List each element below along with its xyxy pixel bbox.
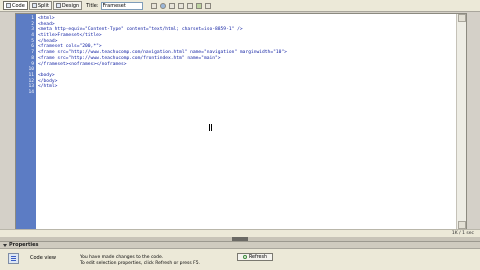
refresh-icon (242, 255, 247, 259)
line-number-list: 1 2 3 4 5 6 7 8 9 10 11 12 13 14 (16, 16, 36, 96)
validate-markup-icon[interactable] (195, 2, 202, 9)
code-line[interactable]: <frame src="http://www.teachucomp.com/na… (38, 50, 287, 56)
status-bar: 1K / 1 sec (0, 229, 480, 237)
check-browser-icon[interactable] (204, 2, 211, 9)
code-editor[interactable]: 1 2 3 4 5 6 7 8 9 10 11 12 13 14 <html> <head> <meta ht… (15, 13, 467, 230)
status-info: 1K / 1 sec (451, 231, 474, 236)
code-view-button[interactable]: Code (3, 1, 28, 10)
text-cursor (209, 124, 212, 131)
code-view-label: Code view (30, 255, 56, 261)
design-view-button[interactable]: Design (52, 1, 83, 10)
code-view-label: Code (12, 2, 25, 9)
code-line[interactable] (38, 90, 287, 96)
scroll-down-arrow[interactable] (458, 221, 466, 229)
design-icon (55, 3, 61, 8)
toolbar-icon-group (150, 2, 211, 9)
properties-panel: Properties Code view You have made chang… (0, 241, 480, 270)
code-content[interactable]: <html> <head> <meta http-equiv="Content-Ty… (38, 16, 287, 96)
vertical-scrollbar[interactable] (456, 14, 466, 229)
split-view-button[interactable]: Split (28, 1, 52, 10)
code-view-icon (8, 253, 19, 264)
split-view-label: Split (37, 2, 49, 9)
document-toolbar: Code Split Design Title: Frameset (0, 0, 480, 12)
title-field-group: Title: Frameset (86, 1, 143, 10)
collapse-triangle-icon (3, 243, 7, 247)
visual-aids-icon[interactable] (186, 2, 193, 9)
split-icon (31, 3, 37, 8)
message-line-2: To edit selection properties, click Refr… (80, 261, 201, 266)
scroll-up-arrow[interactable] (458, 14, 466, 22)
title-input[interactable]: Frameset (100, 1, 143, 10)
properties-title: Properties (9, 242, 39, 248)
design-view-label: Design (61, 2, 80, 9)
line-number: 14 (28, 89, 34, 95)
file-management-icon[interactable] (150, 2, 157, 9)
line-number-gutter: 1 2 3 4 5 6 7 8 9 10 11 12 13 14 (16, 14, 36, 229)
refresh-button[interactable]: Refresh (237, 253, 273, 261)
view-options-icon[interactable] (177, 2, 184, 9)
title-label: Title: (86, 2, 99, 9)
properties-header[interactable]: Properties (0, 242, 480, 249)
refresh-design-icon[interactable] (168, 2, 175, 9)
properties-message: You have made changes to the code. To ed… (80, 255, 230, 267)
code-icon (6, 3, 11, 8)
refresh-label: Refresh (248, 254, 268, 260)
preview-browser-icon[interactable] (159, 2, 166, 9)
